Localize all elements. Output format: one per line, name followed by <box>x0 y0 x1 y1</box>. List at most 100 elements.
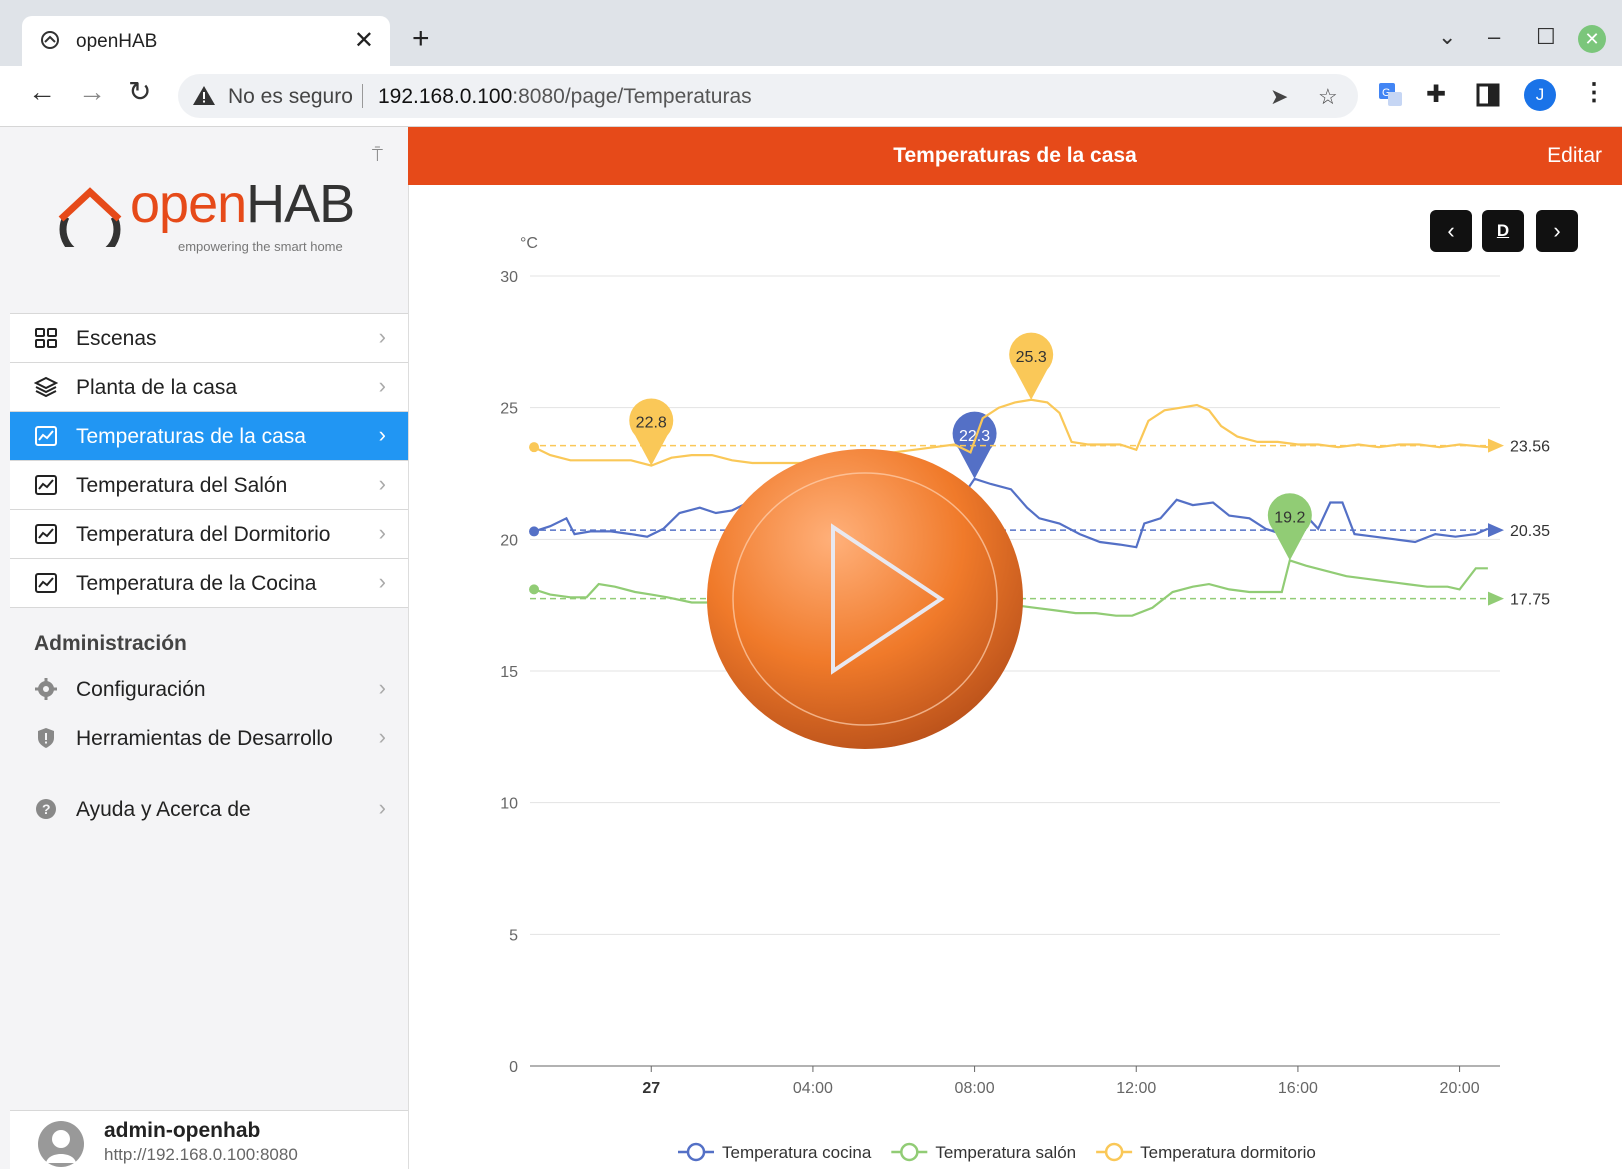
chevron-right-icon: › <box>378 471 386 496</box>
sidebar-pages-list: Escenas › Planta de la casa › Temperatur… <box>10 313 408 608</box>
sidebar-item-label: Ayuda y Acerca de <box>76 798 251 821</box>
bookmark-star-icon[interactable]: ☆ <box>1318 84 1338 110</box>
openhab-logo-icon <box>58 187 122 247</box>
legend-label: Temperatura dormitorio <box>1140 1143 1316 1162</box>
sidebar-item-label: Temperatura de la Cocina <box>76 572 317 595</box>
chevron-right-icon: › <box>378 569 386 594</box>
avatar <box>38 1121 84 1167</box>
user-profile[interactable]: admin-openhab http://192.168.0.100:8080 <box>10 1110 408 1170</box>
openhab-logo[interactable]: openHAB empowering the smart home <box>56 174 366 259</box>
layers-icon <box>34 376 58 398</box>
sidebar: ⍑ openHAB empowering the smart home Esce… <box>0 127 409 1170</box>
chevron-right-icon: › <box>378 724 386 749</box>
extensions-puzzle-icon[interactable]: ✚ <box>1426 80 1446 109</box>
sidebar-item-planta[interactable]: Planta de la casa › <box>10 363 408 412</box>
sidebar-item-label: Temperatura del Dormitorio <box>76 523 331 546</box>
url-path: :8080/page/Temperaturas <box>512 85 752 108</box>
sidebar-item-ayuda[interactable]: ? Ayuda y Acerca de › <box>10 785 408 834</box>
browser-toolbar: ← → ↻ No es seguro 192.168.0.100:8080/pa… <box>0 66 1622 127</box>
y-tick-label: 10 <box>500 796 518 813</box>
side-panel-icon[interactable] <box>1476 83 1500 107</box>
url-host: 192.168.0.100 <box>378 85 513 108</box>
play-video-icon[interactable] <box>705 447 1025 751</box>
x-tick-label: 16:00 <box>1278 1080 1318 1097</box>
warning-icon[interactable] <box>192 84 216 108</box>
browser-menu-icon[interactable]: ⋮ <box>1582 78 1606 107</box>
sidebar-item-label: Herramientas de Desarrollo <box>76 727 333 750</box>
sidebar-item-escenas[interactable]: Escenas › <box>10 314 408 363</box>
markpoint-label: 22.8 <box>636 415 667 432</box>
sidebar-item-temperatura-dormitorio[interactable]: Temperatura del Dormitorio › <box>10 510 408 559</box>
address-separator <box>362 84 363 108</box>
admin-list: Configuración › Herramientas de Desarrol… <box>10 665 408 834</box>
average-arrow <box>1488 438 1504 453</box>
window-close-icon[interactable]: ✕ <box>1578 25 1606 53</box>
pin-icon[interactable]: ⍑ <box>372 145 383 166</box>
svg-text:?: ? <box>42 801 51 817</box>
address-bar[interactable]: No es seguro 192.168.0.100:8080/page/Tem… <box>178 74 1358 118</box>
url-text[interactable]: 192.168.0.100:8080/page/Temperaturas <box>378 85 752 109</box>
chevron-right-icon: › <box>378 520 386 545</box>
y-axis-label: °C <box>520 235 538 252</box>
legend-marker <box>1104 1142 1124 1162</box>
markpoint-pin: 19.2 <box>1267 493 1312 561</box>
markpoint-label: 19.2 <box>1274 509 1305 526</box>
y-tick-label: 30 <box>500 269 518 286</box>
edit-button[interactable]: Editar <box>1547 144 1602 168</box>
page-title: Temperaturas de la casa <box>893 144 1137 167</box>
not-secure-label[interactable]: No es seguro <box>228 85 353 109</box>
sidebar-item-herramientas[interactable]: Herramientas de Desarrollo › <box>10 714 408 763</box>
minimize-icon[interactable]: – <box>1488 24 1500 50</box>
profile-avatar[interactable]: J <box>1524 79 1556 111</box>
browser-tab-strip: openHAB ✕ + ⌄ – ☐ ✕ <box>0 0 1622 66</box>
tab-search-icon[interactable]: ⌄ <box>1438 24 1456 50</box>
logo-tagline: empowering the smart home <box>178 239 343 254</box>
legend-label: Temperatura cocina <box>722 1143 872 1162</box>
sidebar-item-temperatura-salon[interactable]: Temperatura del Salón › <box>10 461 408 510</box>
markpoint-pin: 25.3 <box>1009 332 1054 400</box>
user-url: http://192.168.0.100:8080 <box>104 1145 298 1164</box>
y-tick-label: 20 <box>500 532 518 549</box>
markpoint-pin: 22.8 <box>629 398 674 466</box>
legend-marker <box>900 1142 919 1162</box>
markpoint-shape <box>629 398 674 466</box>
average-label: 23.56 <box>1510 439 1550 456</box>
reload-icon[interactable]: ↻ <box>128 78 151 106</box>
help-icon: ? <box>36 799 56 819</box>
sidebar-item-label: Escenas <box>76 327 157 350</box>
chevron-right-icon: › <box>378 795 386 820</box>
admin-section-title: Administración <box>34 632 187 655</box>
tab-close-icon[interactable]: ✕ <box>354 26 374 55</box>
grid-icon <box>35 328 57 348</box>
back-arrow-icon[interactable]: ← <box>28 78 56 106</box>
x-tick-label: 04:00 <box>793 1080 833 1097</box>
translate-icon[interactable]: G <box>1378 82 1404 108</box>
x-tick-label: 20:00 <box>1440 1080 1480 1097</box>
legend-marker <box>686 1142 706 1162</box>
shield-icon <box>38 728 54 748</box>
sidebar-item-temperaturas-casa[interactable]: Temperaturas de la casa › <box>10 412 408 461</box>
markpoint-label: 25.3 <box>1016 349 1047 366</box>
chevron-right-icon: › <box>378 324 386 349</box>
chart-icon <box>35 426 57 446</box>
send-icon[interactable]: ➤ <box>1270 84 1288 110</box>
y-tick-label: 0 <box>509 1059 518 1076</box>
gear-icon <box>35 678 57 700</box>
sidebar-item-label: Planta de la casa <box>76 376 238 399</box>
average-label: 20.35 <box>1510 523 1550 540</box>
forward-arrow-icon[interactable]: → <box>78 78 106 106</box>
average-label: 17.75 <box>1510 592 1550 609</box>
series-start-point <box>529 584 540 595</box>
maximize-icon[interactable]: ☐ <box>1536 24 1556 50</box>
x-tick-label: 27 <box>642 1080 660 1097</box>
browser-tab[interactable]: openHAB ✕ <box>22 16 390 66</box>
sidebar-item-temperatura-cocina[interactable]: Temperatura de la Cocina › <box>10 559 408 608</box>
new-tab-button[interactable]: + <box>412 24 430 54</box>
sidebar-item-configuracion[interactable]: Configuración › <box>10 665 408 714</box>
series-start-point <box>529 442 540 453</box>
user-name: admin-openhab <box>104 1119 261 1142</box>
y-tick-label: 25 <box>500 401 518 418</box>
average-arrow <box>1488 591 1504 606</box>
legend-label: Temperatura salón <box>935 1143 1076 1162</box>
chevron-right-icon: › <box>378 422 386 447</box>
